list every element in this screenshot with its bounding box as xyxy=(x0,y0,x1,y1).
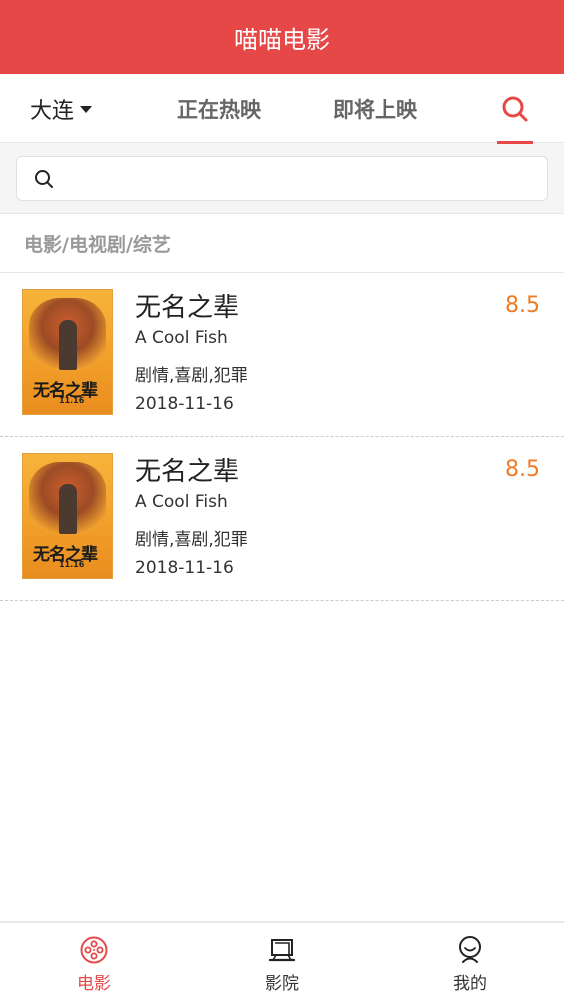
search-area xyxy=(0,143,564,214)
bottom-tab-bar: 电影 影院 我的 xyxy=(0,921,564,1002)
app-header: 喵喵电影 xyxy=(0,0,564,74)
tab-search[interactable] xyxy=(497,74,533,144)
search-box[interactable] xyxy=(16,156,548,201)
app-title: 喵喵电影 xyxy=(234,25,330,54)
tabbar-label-cinemas: 影院 xyxy=(265,974,299,994)
movie-score: 8.5 xyxy=(505,457,540,482)
movie-release-date: 2018-11-16 xyxy=(135,558,234,578)
cinema-screen-icon xyxy=(268,939,296,962)
tabbar-label-profile: 我的 xyxy=(453,974,487,994)
movie-list-item[interactable]: 无名之辈 11.16 无名之辈 A Cool Fish 剧情,喜剧,犯罪 201… xyxy=(0,273,564,437)
movie-release-date: 2018-11-16 xyxy=(135,394,234,414)
nav-bar: 大连 正在热映 即将上映 xyxy=(0,74,564,144)
tabbar-item-cinemas[interactable]: 影院 xyxy=(188,923,376,1002)
tab-coming-soon[interactable]: 即将上映 xyxy=(333,74,417,143)
poster-date: 11.16 xyxy=(59,396,85,405)
movie-title: 无名之辈 xyxy=(135,293,240,323)
movie-score: 8.5 xyxy=(505,293,540,318)
movie-poster: 无名之辈 11.16 xyxy=(22,289,113,415)
poster-figure xyxy=(59,320,77,370)
tab-now-showing-label: 正在热映 xyxy=(177,97,261,122)
tab-coming-soon-label: 即将上映 xyxy=(333,97,417,122)
search-icon xyxy=(35,169,53,188)
movie-poster: 无名之辈 11.16 xyxy=(22,453,113,579)
movie-list-item[interactable]: 无名之辈 11.16 无名之辈 A Cool Fish 剧情,喜剧,犯罪 201… xyxy=(0,437,564,601)
caret-down-icon xyxy=(80,106,93,113)
poster-figure xyxy=(59,484,77,534)
search-icon xyxy=(502,96,528,121)
active-tab-indicator xyxy=(497,141,533,144)
city-selector[interactable]: 大连 xyxy=(30,74,93,143)
profile-icon xyxy=(459,936,481,963)
search-input[interactable] xyxy=(64,158,547,199)
section-title: 电影/电视剧/综艺 xyxy=(0,214,564,273)
movie-english-title: A Cool Fish xyxy=(135,328,228,348)
movie-english-title: A Cool Fish xyxy=(135,492,228,512)
movie-title: 无名之辈 xyxy=(135,457,240,487)
tabbar-item-profile[interactable]: 我的 xyxy=(376,923,564,1002)
tabbar-label-movies: 电影 xyxy=(77,974,111,994)
tab-now-showing[interactable]: 正在热映 xyxy=(177,74,261,143)
movie-genre: 剧情,喜剧,犯罪 xyxy=(135,366,248,386)
film-reel-icon xyxy=(80,936,108,964)
city-label: 大连 xyxy=(30,98,75,124)
tabbar-item-movies[interactable]: 电影 xyxy=(0,923,188,1002)
movie-genre: 剧情,喜剧,犯罪 xyxy=(135,530,248,550)
poster-date: 11.16 xyxy=(59,560,85,569)
section-title-label: 电影/电视剧/综艺 xyxy=(24,233,171,256)
